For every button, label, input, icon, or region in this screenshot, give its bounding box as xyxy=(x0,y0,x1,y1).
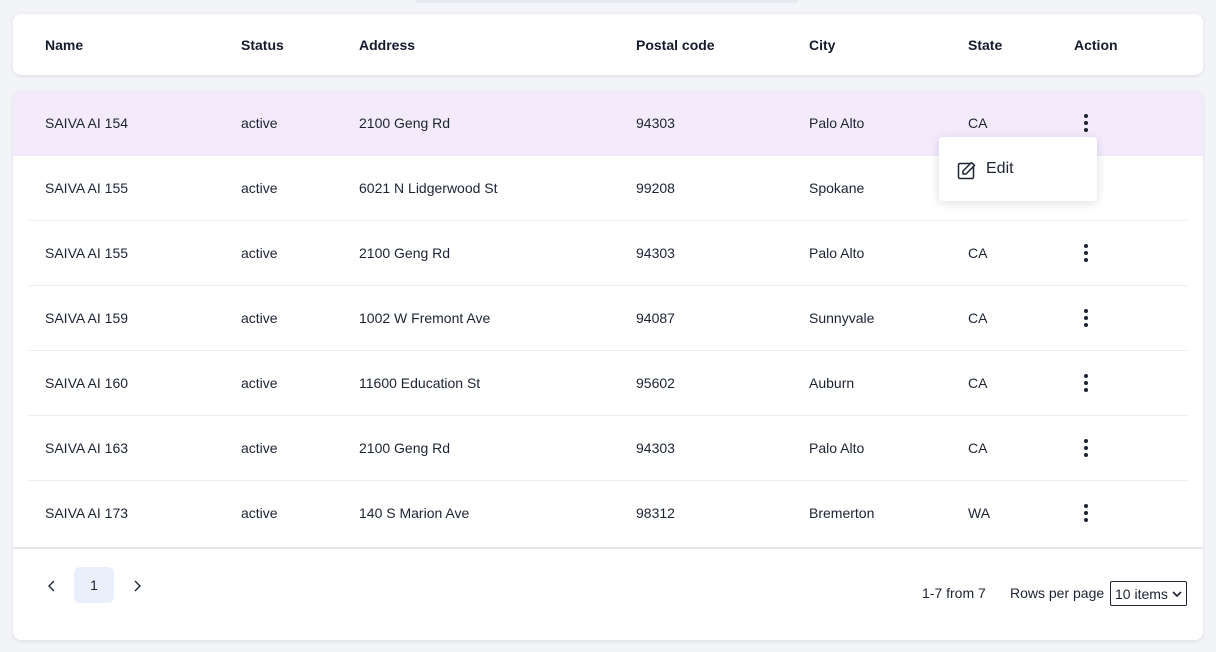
cell-status: active xyxy=(241,115,278,131)
header-action: Action xyxy=(1074,37,1118,53)
cell-postal-code: 94303 xyxy=(636,440,675,456)
table-row[interactable]: SAIVA AI 173 active 140 S Marion Ave 983… xyxy=(13,481,1203,546)
cell-name: SAIVA AI 163 xyxy=(45,440,129,456)
cell-city: Sunnyvale xyxy=(809,310,875,326)
cell-city: Bremerton xyxy=(809,505,875,521)
cell-name: SAIVA AI 154 xyxy=(45,115,129,131)
cell-postal-code: 95602 xyxy=(636,375,675,391)
cell-postal-code: 94087 xyxy=(636,310,675,326)
cell-name: SAIVA AI 173 xyxy=(45,505,129,521)
cell-city: Auburn xyxy=(809,375,855,391)
header-city[interactable]: City xyxy=(809,37,835,53)
header-state[interactable]: State xyxy=(968,37,1002,53)
page-button-current[interactable]: 1 xyxy=(74,567,114,603)
cell-state: WA xyxy=(968,505,991,521)
cell-postal-code: 98312 xyxy=(636,505,675,521)
cell-address: 2100 Geng Rd xyxy=(359,440,451,456)
cell-address: 11600 Education St xyxy=(359,375,481,391)
cell-state: CA xyxy=(968,115,988,131)
cell-status: active xyxy=(241,310,278,326)
table-row[interactable]: SAIVA AI 155 active 2100 Geng Rd 94303 P… xyxy=(13,221,1203,286)
more-vertical-icon[interactable] xyxy=(1076,371,1096,395)
table-header: Name Status Address Postal code City Sta… xyxy=(13,14,1203,75)
edit-label: Edit xyxy=(986,160,1014,177)
more-vertical-icon[interactable] xyxy=(1076,111,1096,135)
more-vertical-icon[interactable] xyxy=(1076,306,1096,330)
cell-state: CA xyxy=(968,375,988,391)
pagination-range: 1-7 from 7 xyxy=(922,585,986,601)
cell-state: CA xyxy=(968,245,988,261)
more-vertical-icon[interactable] xyxy=(1076,436,1096,460)
rows-per-page-value: 10 items xyxy=(1115,585,1168,602)
cell-city: Spokane xyxy=(809,180,865,196)
chevron-down-icon xyxy=(1172,590,1182,597)
cell-state: CA xyxy=(968,440,988,456)
cell-address: 1002 W Fremont Ave xyxy=(359,310,491,326)
header-address[interactable]: Address xyxy=(359,37,415,53)
cell-city: Palo Alto xyxy=(809,115,865,131)
rows-per-page-label: Rows per page xyxy=(1010,585,1105,601)
header-status[interactable]: Status xyxy=(241,37,284,53)
header-postal-code[interactable]: Postal code xyxy=(636,37,715,53)
cell-address: 2100 Geng Rd xyxy=(359,245,451,261)
action-menu: Edit xyxy=(939,137,1097,201)
cell-status: active xyxy=(241,440,278,456)
chevron-right-icon[interactable] xyxy=(127,577,147,595)
edit-icon xyxy=(957,161,976,180)
more-vertical-icon[interactable] xyxy=(1076,501,1096,525)
cell-name: SAIVA AI 160 xyxy=(45,375,129,391)
cell-status: active xyxy=(241,245,278,261)
top-tab-edge xyxy=(416,0,798,3)
edit-menu-item[interactable]: Edit xyxy=(939,137,1097,201)
cell-status: active xyxy=(241,375,278,391)
table-row[interactable]: SAIVA AI 163 active 2100 Geng Rd 94303 P… xyxy=(13,416,1203,481)
cell-name: SAIVA AI 159 xyxy=(45,310,129,326)
cell-name: SAIVA AI 155 xyxy=(45,180,129,196)
cell-postal-code: 94303 xyxy=(636,245,675,261)
table-row[interactable]: SAIVA AI 160 active 11600 Education St 9… xyxy=(13,351,1203,416)
cell-city: Palo Alto xyxy=(809,440,865,456)
cell-address: 2100 Geng Rd xyxy=(359,115,451,131)
cell-postal-code: 94303 xyxy=(636,115,675,131)
more-vertical-icon[interactable] xyxy=(1076,241,1096,265)
cell-state: CA xyxy=(968,310,988,326)
cell-address: 6021 N Lidgerwood St xyxy=(359,180,498,196)
cell-postal-code: 99208 xyxy=(636,180,675,196)
chevron-left-icon[interactable] xyxy=(42,577,62,595)
cell-name: SAIVA AI 155 xyxy=(45,245,129,261)
cell-address: 140 S Marion Ave xyxy=(359,505,470,521)
header-name[interactable]: Name xyxy=(45,37,83,53)
rows-per-page-select[interactable]: 10 items xyxy=(1110,581,1187,606)
table-row[interactable]: SAIVA AI 159 active 1002 W Fremont Ave 9… xyxy=(13,286,1203,351)
cell-status: active xyxy=(241,180,278,196)
cell-city: Palo Alto xyxy=(809,245,865,261)
cell-status: active xyxy=(241,505,278,521)
